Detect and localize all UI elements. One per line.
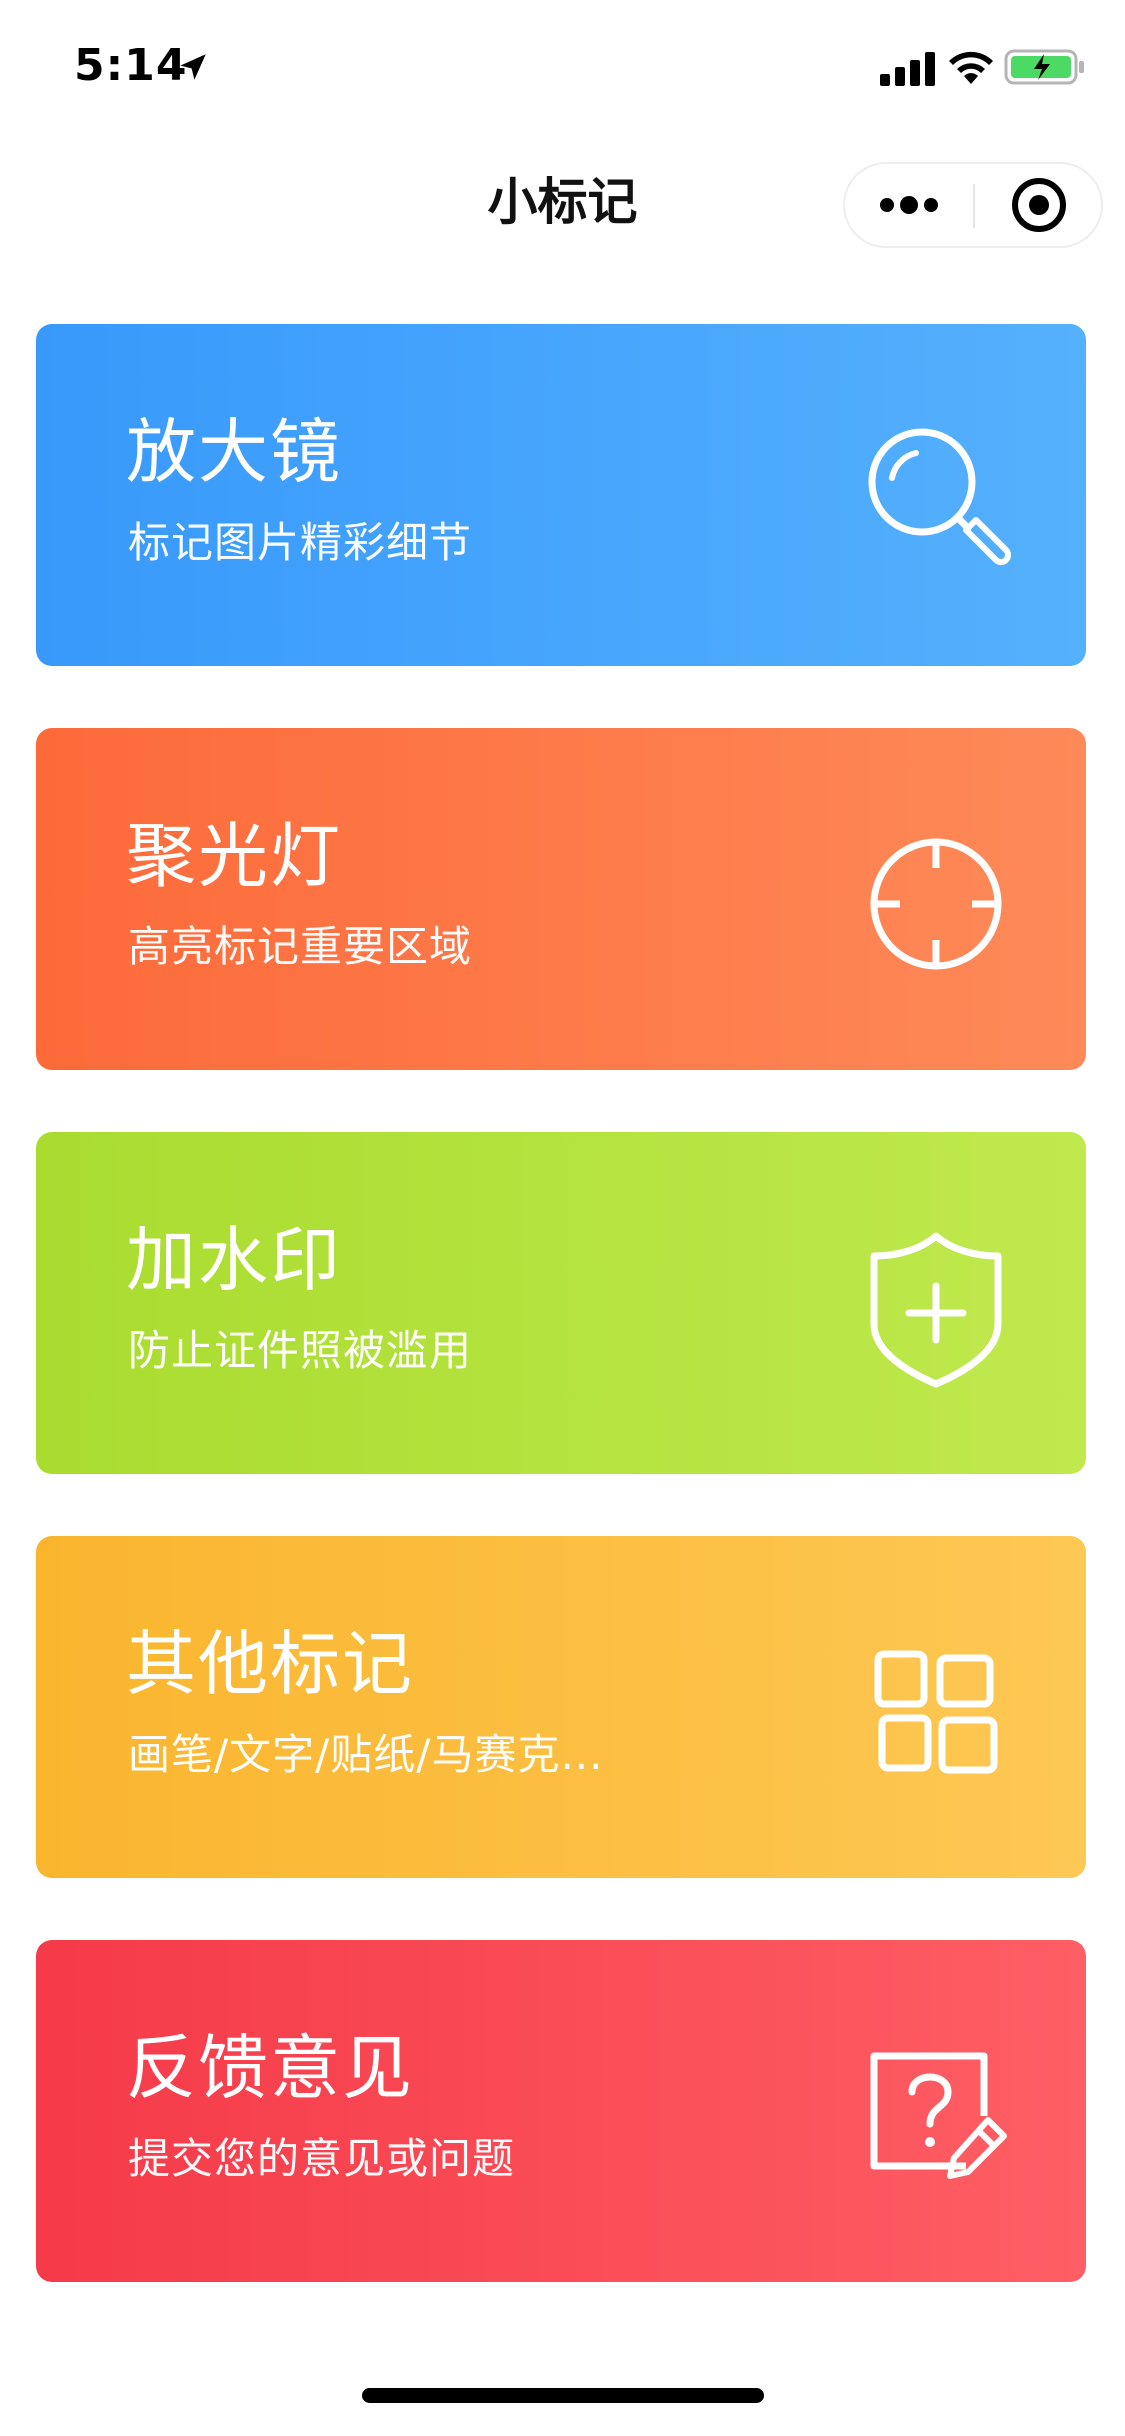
shield-plus-icon: [870, 1232, 1002, 1388]
crosshair-icon: [870, 838, 1002, 970]
card-title: 反馈意见: [126, 2027, 414, 2109]
wifi-icon: [949, 51, 993, 84]
home-indicator: [362, 2388, 764, 2403]
spotlight-card[interactable]: 聚光灯 高亮标记重要区域: [36, 728, 1086, 1070]
magnifier-card[interactable]: 放大镜 标记图片精彩细节: [36, 324, 1086, 666]
card-title: 放大镜: [126, 411, 342, 493]
nav-bar: 小标记: [0, 132, 1125, 264]
card-title: 加水印: [126, 1219, 342, 1301]
cellular-signal-icon: [880, 52, 935, 86]
card-title: 其他标记: [126, 1623, 414, 1705]
status-bar: 5:14: [0, 0, 1125, 132]
watermark-card[interactable]: 加水印 防止证件照被滥用: [36, 1132, 1086, 1474]
other-marks-card[interactable]: 其他标记 画笔/文字/贴纸/马赛克...: [36, 1536, 1086, 1878]
card-subtitle: 画笔/文字/贴纸/马赛克...: [128, 1730, 604, 1779]
card-subtitle: 提交您的意见或问题: [128, 2134, 516, 2183]
more-dots-icon: [880, 196, 938, 214]
card-title: 聚光灯: [126, 815, 342, 897]
feature-list: 放大镜 标记图片精彩细节 聚光灯 高亮标记重要区域 加水印 防止证件照被滥用 其…: [36, 324, 1086, 2344]
more-button[interactable]: [845, 164, 974, 246]
battery-charging-icon: [1004, 49, 1084, 85]
card-subtitle: 高亮标记重要区域: [128, 922, 473, 971]
card-subtitle: 标记图片精彩细节: [128, 518, 473, 567]
magnifier-icon: [868, 428, 1012, 566]
feedback-edit-icon: [870, 2052, 1007, 2179]
grid-icon: [874, 1650, 998, 1774]
close-target-icon: [1012, 178, 1066, 232]
card-subtitle: 防止证件照被滥用: [128, 1326, 473, 1375]
mini-program-capsule: [843, 162, 1103, 248]
feedback-card[interactable]: 反馈意见 提交您的意见或问题: [36, 1940, 1086, 2282]
status-time: 5:14: [74, 40, 188, 91]
close-button[interactable]: [975, 164, 1103, 246]
location-arrow-icon: [180, 54, 206, 80]
